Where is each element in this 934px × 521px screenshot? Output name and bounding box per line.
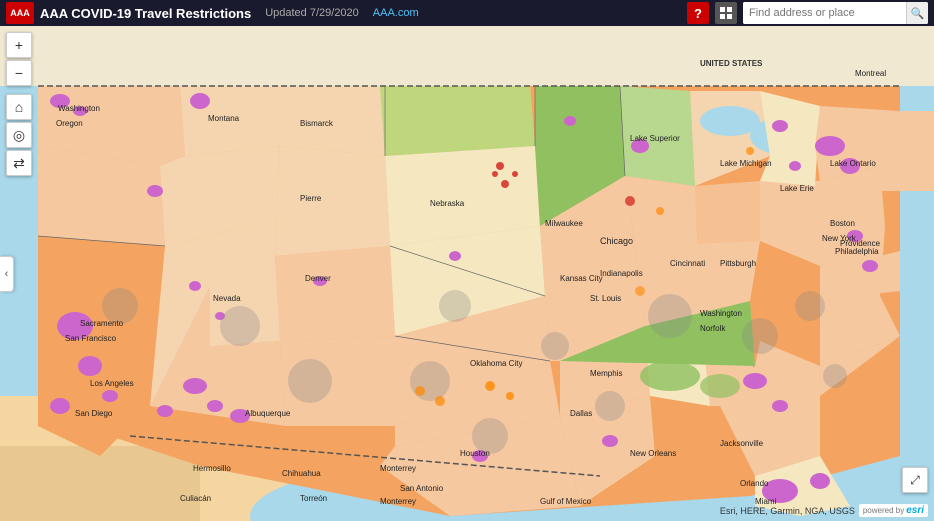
expand-button[interactable]: ⤢ bbox=[902, 467, 928, 493]
svg-text:Orlando: Orlando bbox=[740, 479, 769, 488]
svg-text:Lake Ontario: Lake Ontario bbox=[830, 159, 876, 168]
zoom-out-button[interactable]: − bbox=[6, 60, 32, 86]
swap-button[interactable]: ⇄ bbox=[6, 150, 32, 176]
aaa-url: AAA.com bbox=[373, 7, 419, 19]
svg-text:Sacramento: Sacramento bbox=[80, 319, 124, 328]
search-box: 🔍 bbox=[743, 2, 928, 24]
swap-icon: ⇄ bbox=[13, 155, 25, 172]
home-button[interactable]: ⌂ bbox=[6, 94, 32, 120]
svg-text:Milwaukee: Milwaukee bbox=[545, 219, 583, 228]
left-toolbar: + − ⌂ ◎ ⇄ bbox=[6, 32, 32, 176]
powered-by-text: powered by bbox=[863, 506, 904, 515]
zoom-in-button[interactable]: + bbox=[6, 32, 32, 58]
locate-icon: ◎ bbox=[13, 127, 25, 144]
logo-text: AAA bbox=[10, 9, 30, 18]
svg-text:Chicago: Chicago bbox=[600, 236, 633, 246]
search-input[interactable] bbox=[743, 2, 906, 24]
svg-text:Houston: Houston bbox=[460, 449, 490, 458]
svg-text:Washington: Washington bbox=[58, 104, 100, 113]
svg-text:Monterrey: Monterrey bbox=[380, 497, 416, 506]
svg-text:Washington: Washington bbox=[700, 309, 742, 318]
svg-text:Lake Michigan: Lake Michigan bbox=[720, 159, 772, 168]
svg-text:Nebraska: Nebraska bbox=[430, 199, 465, 208]
svg-text:Kansas City: Kansas City bbox=[560, 274, 603, 283]
map-container[interactable]: Chicago Milwaukee Boston Providence New … bbox=[0, 26, 934, 521]
map-svg: Chicago Milwaukee Boston Providence New … bbox=[0, 26, 934, 521]
app-header: AAA AAA COVID-19 Travel Restrictions Upd… bbox=[0, 0, 934, 26]
svg-text:St. Louis: St. Louis bbox=[590, 294, 621, 303]
updated-date: Updated 7/29/2020 bbox=[265, 7, 359, 19]
svg-text:Pierre: Pierre bbox=[300, 194, 322, 203]
svg-text:Montreal: Montreal bbox=[855, 69, 886, 78]
svg-text:Gulf of Mexico: Gulf of Mexico bbox=[540, 497, 592, 506]
svg-text:Hermosillo: Hermosillo bbox=[193, 464, 231, 473]
svg-text:San Antonio: San Antonio bbox=[400, 484, 444, 493]
svg-text:New York: New York bbox=[822, 234, 857, 243]
svg-text:Montana: Montana bbox=[208, 114, 240, 123]
grid-button[interactable] bbox=[715, 2, 737, 24]
svg-text:Norfolk: Norfolk bbox=[700, 324, 726, 333]
svg-text:Chihuahua: Chihuahua bbox=[282, 469, 321, 478]
svg-text:Nevada: Nevada bbox=[213, 294, 241, 303]
svg-text:UNITED STATES: UNITED STATES bbox=[700, 59, 763, 68]
svg-text:Jacksonville: Jacksonville bbox=[720, 439, 764, 448]
svg-text:Boston: Boston bbox=[830, 219, 855, 228]
attribution-text: Esri, HERE, Garmin, NGA, USGS bbox=[720, 506, 855, 516]
svg-text:Torreón: Torreón bbox=[300, 494, 327, 503]
expand-icon: ⤢ bbox=[910, 473, 920, 488]
locate-button[interactable]: ◎ bbox=[6, 122, 32, 148]
map-attribution: Esri, HERE, Garmin, NGA, USGS powered by… bbox=[720, 504, 928, 517]
svg-text:Cincinnati: Cincinnati bbox=[670, 259, 705, 268]
esri-brand-text: esri bbox=[906, 505, 924, 516]
collapse-panel-button[interactable]: ‹ bbox=[0, 256, 14, 292]
app-title: AAA COVID-19 Travel Restrictions bbox=[40, 6, 251, 21]
svg-text:Oregon: Oregon bbox=[56, 119, 83, 128]
help-button[interactable]: ? bbox=[687, 2, 709, 24]
svg-text:Bismarck: Bismarck bbox=[300, 119, 334, 128]
esri-logo-box: powered by esri bbox=[859, 504, 928, 517]
svg-text:San Francisco: San Francisco bbox=[65, 334, 117, 343]
search-button[interactable]: 🔍 bbox=[906, 2, 928, 24]
svg-text:Oklahoma City: Oklahoma City bbox=[470, 359, 522, 368]
svg-text:Albuquerque: Albuquerque bbox=[245, 409, 291, 418]
svg-text:Indianapolis: Indianapolis bbox=[600, 269, 643, 278]
svg-text:Denver: Denver bbox=[305, 274, 331, 283]
home-icon: ⌂ bbox=[15, 99, 23, 115]
svg-text:New Orleans: New Orleans bbox=[630, 449, 676, 458]
svg-text:Pittsburgh: Pittsburgh bbox=[720, 259, 756, 268]
svg-text:Lake Superior: Lake Superior bbox=[630, 134, 680, 143]
aaa-logo: AAA bbox=[6, 2, 34, 24]
svg-text:Philadelphia: Philadelphia bbox=[835, 247, 879, 256]
svg-text:San Diego: San Diego bbox=[75, 409, 113, 418]
collapse-arrow-icon: ‹ bbox=[5, 268, 9, 280]
svg-text:Los Angeles: Los Angeles bbox=[90, 379, 134, 388]
svg-text:Lake Erie: Lake Erie bbox=[780, 184, 814, 193]
svg-text:Monterrey: Monterrey bbox=[380, 464, 416, 473]
grid-icon bbox=[720, 7, 732, 19]
svg-text:Culiacán: Culiacán bbox=[180, 494, 211, 503]
svg-text:Memphis: Memphis bbox=[590, 369, 622, 378]
svg-text:Dallas: Dallas bbox=[570, 409, 592, 418]
